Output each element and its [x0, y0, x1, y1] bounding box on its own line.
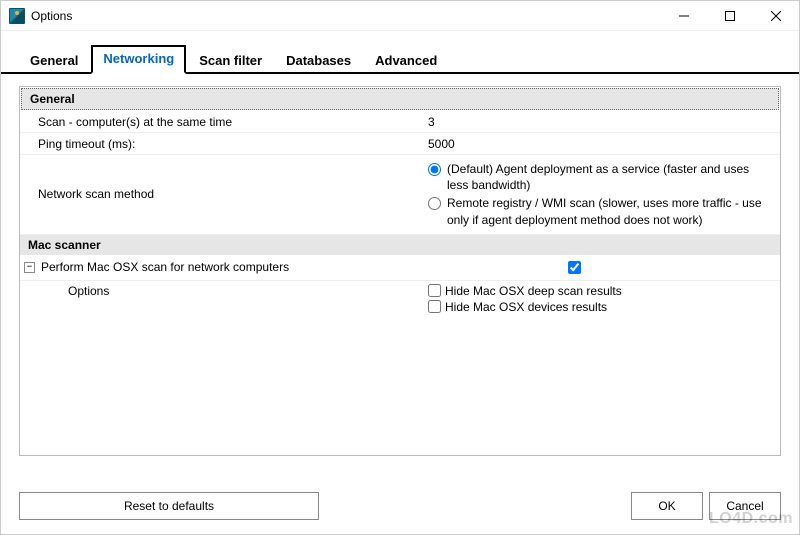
hide-devices-row[interactable]: Hide Mac OSX devices results [428, 300, 772, 314]
tab-databases[interactable]: Databases [275, 48, 362, 74]
mac-perform-label-wrap: − Perform Mac OSX scan for network compu… [20, 257, 420, 277]
radio-remote-label[interactable]: Remote registry / WMI scan (slower, uses… [447, 195, 767, 227]
tab-scan-filter[interactable]: Scan filter [188, 48, 273, 74]
row-ping-timeout: Ping timeout (ms): 5000 [20, 133, 780, 155]
settings-panel: General Scan - computer(s) at the same t… [19, 86, 781, 456]
hide-deep-label: Hide Mac OSX deep scan results [445, 284, 622, 298]
reset-defaults-button[interactable]: Reset to defaults [19, 492, 319, 520]
mac-perform-checkbox[interactable] [568, 261, 581, 274]
row-scan-method: Network scan method (Default) Agent depl… [20, 155, 780, 235]
options-window: Options General Networking Scan filter D… [0, 0, 800, 535]
app-icon [9, 8, 25, 24]
scan-method-options: (Default) Agent deployment as a service … [420, 155, 780, 234]
window-title: Options [31, 9, 72, 23]
radio-default-agent[interactable] [428, 163, 441, 176]
maximize-button[interactable] [707, 1, 753, 30]
tab-general[interactable]: General [19, 48, 89, 74]
close-button[interactable] [753, 1, 799, 30]
hide-devices-label: Hide Mac OSX devices results [445, 300, 607, 314]
radio-default-label[interactable]: (Default) Agent deployment as a service … [447, 161, 767, 193]
row-mac-options: Options Hide Mac OSX deep scan results H… [20, 281, 780, 317]
hide-deep-checkbox[interactable] [428, 284, 441, 297]
section-header-general: General [21, 88, 779, 110]
tab-bar: General Networking Scan filter Databases… [1, 31, 799, 74]
mac-options-label: Options [20, 281, 420, 301]
section-header-mac: Mac scanner [20, 235, 780, 255]
mac-options-values: Hide Mac OSX deep scan results Hide Mac … [420, 281, 780, 317]
ping-timeout-value[interactable]: 5000 [420, 134, 780, 154]
scan-concurrent-value[interactable]: 3 [420, 112, 780, 132]
minimize-button[interactable] [661, 1, 707, 30]
scan-method-label: Network scan method [20, 184, 420, 204]
cancel-button[interactable]: Cancel [709, 492, 781, 520]
row-scan-concurrent: Scan - computer(s) at the same time 3 [20, 111, 780, 133]
tree-collapse-icon[interactable]: − [24, 262, 35, 273]
window-controls [661, 1, 799, 30]
hide-deep-row[interactable]: Hide Mac OSX deep scan results [428, 284, 772, 298]
mac-perform-label: Perform Mac OSX scan for network compute… [41, 260, 289, 274]
ping-timeout-label: Ping timeout (ms): [20, 134, 420, 154]
tab-networking[interactable]: Networking [91, 45, 186, 74]
radio-remote-wmi[interactable] [428, 197, 441, 210]
button-bar: Reset to defaults OK Cancel [19, 492, 781, 520]
title-bar: Options [1, 1, 799, 31]
ok-button[interactable]: OK [631, 492, 703, 520]
hide-devices-checkbox[interactable] [428, 300, 441, 313]
tab-advanced[interactable]: Advanced [364, 48, 448, 74]
row-mac-perform: − Perform Mac OSX scan for network compu… [20, 255, 780, 281]
scan-concurrent-label: Scan - computer(s) at the same time [20, 112, 420, 132]
